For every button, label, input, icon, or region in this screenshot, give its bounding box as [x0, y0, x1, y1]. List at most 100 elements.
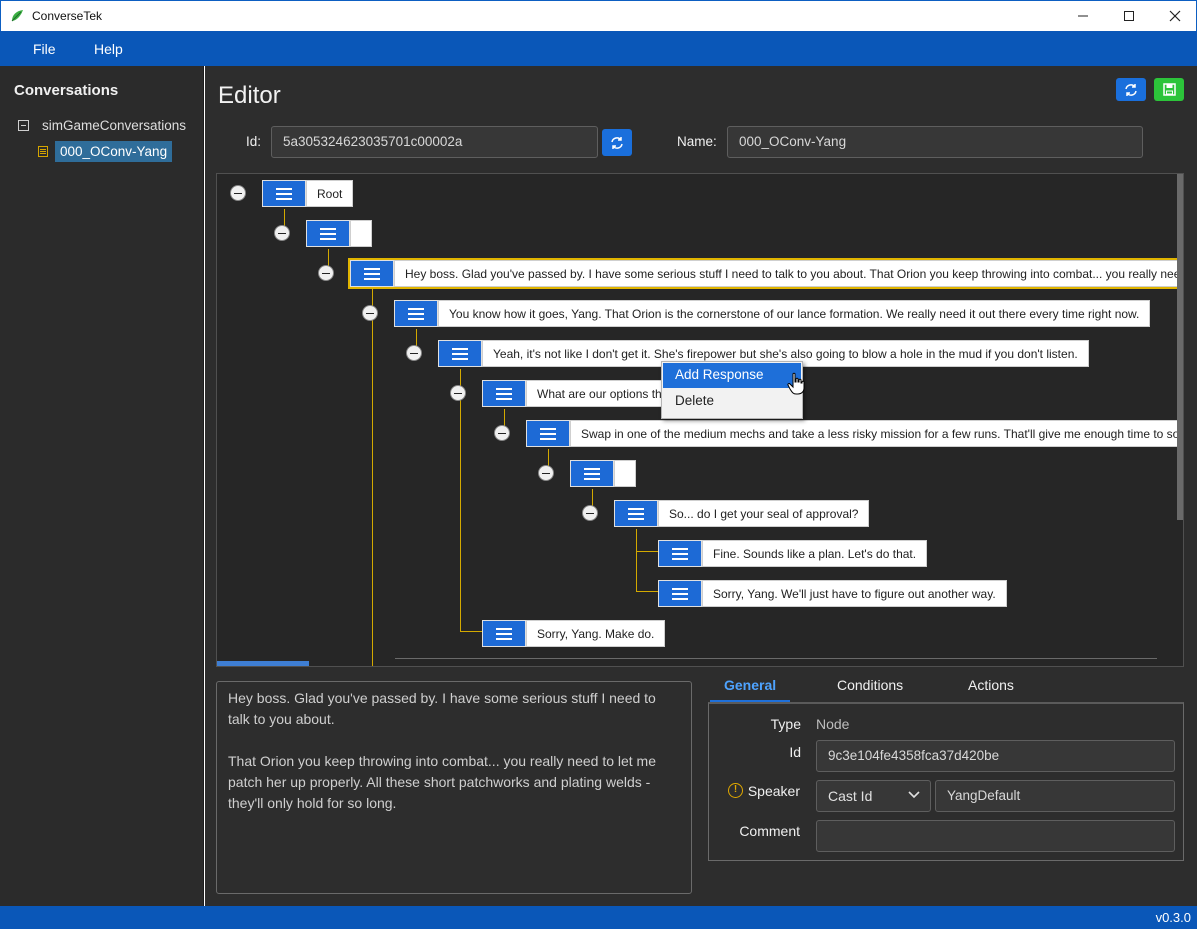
menu-bar: File Help	[0, 31, 1197, 66]
hand-cursor-icon	[787, 372, 805, 395]
node-context-menu: Add Response Delete	[661, 361, 803, 419]
sidebar-heading: Conversations	[14, 82, 119, 99]
conversations-sidebar: Conversations simGameConversations 000_O…	[0, 66, 204, 906]
collapse-node-icon[interactable]	[274, 225, 290, 241]
menu-help[interactable]: Help	[94, 41, 123, 57]
hamburger-icon	[584, 467, 600, 480]
tree-node-selected[interactable]: Hey boss. Glad you've passed by. I have …	[347, 258, 1183, 289]
speaker-type-select[interactable]: Cast Id	[816, 780, 931, 812]
node-text: Fine. Sounds like a plan. Let's do that.	[702, 540, 928, 567]
node-menu-button[interactable]	[306, 220, 350, 247]
speaker-type-value: Cast Id	[828, 788, 873, 804]
node-menu-button[interactable]	[658, 540, 702, 567]
chevron-down-icon	[908, 791, 920, 799]
node-text-editor[interactable]: Hey boss. Glad you've passed by. I have …	[216, 681, 692, 894]
app-logo-icon	[11, 10, 23, 22]
node-text: Sorry, Yang. We'll just have to figure o…	[702, 580, 1007, 607]
page-title: Editor	[218, 82, 281, 109]
node-menu-button[interactable]	[658, 580, 702, 607]
node-menu-button[interactable]	[570, 460, 614, 487]
speaker-value-field[interactable]: YangDefault	[935, 780, 1175, 812]
node-text: You know how it goes, Yang. That Orion i…	[438, 300, 1151, 327]
tree-root-label: simGameConversations	[42, 118, 187, 133]
tree-child-label: 000_OConv-Yang	[55, 141, 173, 162]
node-menu-button[interactable]	[394, 300, 438, 327]
menu-item-add-response[interactable]: Add Response	[663, 363, 801, 388]
minimize-button[interactable]	[1060, 1, 1106, 31]
tree-node[interactable]: Sorry, Yang. Make do.	[482, 620, 666, 647]
tree-item-simgameconversations[interactable]: simGameConversations	[18, 118, 186, 133]
tree-node[interactable]: So... do I get your seal of approval?	[614, 500, 870, 527]
node-menu-button[interactable]	[350, 260, 394, 287]
collapse-node-icon[interactable]	[538, 465, 554, 481]
node-id-field[interactable]: 9c3e104fe4358fca37d420be	[816, 740, 1175, 772]
tree-node[interactable]: Swap in one of the medium mechs and take…	[526, 420, 1183, 447]
node-text: Swap in one of the medium mechs and take…	[570, 420, 1183, 447]
canvas-divider	[395, 658, 1157, 659]
conversation-tree-canvas[interactable]: Root Hey boss. Glad you've passed by. I …	[216, 173, 1184, 667]
maximize-icon	[1124, 11, 1134, 21]
hamburger-icon	[408, 307, 424, 320]
tree-node[interactable]: What are our options th	[482, 380, 673, 407]
tree-node[interactable]	[570, 460, 636, 487]
collapse-node-icon[interactable]	[230, 185, 246, 201]
node-menu-button[interactable]	[614, 500, 658, 527]
tree-node[interactable]: Fine. Sounds like a plan. Let's do that.	[658, 540, 928, 567]
tree-node-root[interactable]: Root	[262, 180, 354, 207]
minimize-icon	[1078, 15, 1088, 17]
comment-field[interactable]	[816, 820, 1175, 852]
id-label: Id:	[246, 134, 262, 149]
collapse-node-icon[interactable]	[318, 265, 334, 281]
maximize-button[interactable]	[1106, 1, 1152, 31]
hamburger-icon	[672, 547, 688, 560]
collapse-node-icon[interactable]	[406, 345, 422, 361]
node-text: So... do I get your seal of approval?	[658, 500, 870, 527]
name-label: Name:	[677, 134, 717, 149]
status-bar: v0.3.0	[0, 906, 1197, 929]
vertical-scrollbar[interactable]	[1177, 174, 1183, 520]
hamburger-icon	[452, 347, 468, 360]
refresh-icon	[1125, 83, 1137, 96]
horizontal-scrollbar[interactable]	[217, 661, 309, 666]
tree-item-conversation[interactable]: 000_OConv-Yang	[38, 141, 173, 162]
node-id-label: Id	[789, 744, 801, 760]
tab-actions[interactable]: Actions	[968, 677, 1014, 693]
hamburger-icon	[320, 227, 336, 240]
node-menu-button[interactable]	[526, 420, 570, 447]
tree-node[interactable]	[306, 220, 372, 247]
hamburger-icon	[672, 587, 688, 600]
menu-file[interactable]: File	[33, 41, 56, 57]
document-icon	[38, 146, 48, 157]
node-text: Root	[306, 180, 354, 207]
collapse-icon[interactable]	[18, 120, 29, 131]
refresh-icon	[611, 136, 623, 149]
conversation-id-field[interactable]: 5a305324623035701c00002a	[271, 126, 598, 158]
tab-conditions[interactable]: Conditions	[837, 677, 903, 693]
collapse-node-icon[interactable]	[494, 425, 510, 441]
hamburger-icon	[628, 507, 644, 520]
collapse-node-icon[interactable]	[362, 305, 378, 321]
close-button[interactable]	[1152, 1, 1197, 31]
tree-node[interactable]: You know how it goes, Yang. That Orion i…	[394, 300, 1151, 327]
node-menu-button[interactable]	[262, 180, 306, 207]
version-label: v0.3.0	[1155, 910, 1191, 925]
regenerate-id-button[interactable]	[602, 129, 632, 156]
node-text: What are our options th	[526, 380, 673, 407]
type-value: Node	[816, 716, 850, 732]
conversation-name-field[interactable]: 000_OConv-Yang	[727, 126, 1143, 158]
speaker-label: Speaker	[747, 783, 800, 799]
hamburger-icon	[496, 627, 512, 640]
node-menu-button[interactable]	[482, 380, 526, 407]
hamburger-icon	[276, 187, 292, 200]
collapse-node-icon[interactable]	[450, 385, 466, 401]
hamburger-icon	[364, 267, 380, 280]
collapse-node-icon[interactable]	[582, 505, 598, 521]
save-button[interactable]	[1154, 78, 1184, 101]
hamburger-icon	[540, 427, 556, 440]
menu-item-delete[interactable]: Delete	[663, 389, 801, 414]
tree-node[interactable]: Sorry, Yang. We'll just have to figure o…	[658, 580, 1007, 607]
node-menu-button[interactable]	[482, 620, 526, 647]
tab-general[interactable]: General	[724, 677, 776, 693]
refresh-button[interactable]	[1116, 78, 1146, 101]
node-menu-button[interactable]	[438, 340, 482, 367]
